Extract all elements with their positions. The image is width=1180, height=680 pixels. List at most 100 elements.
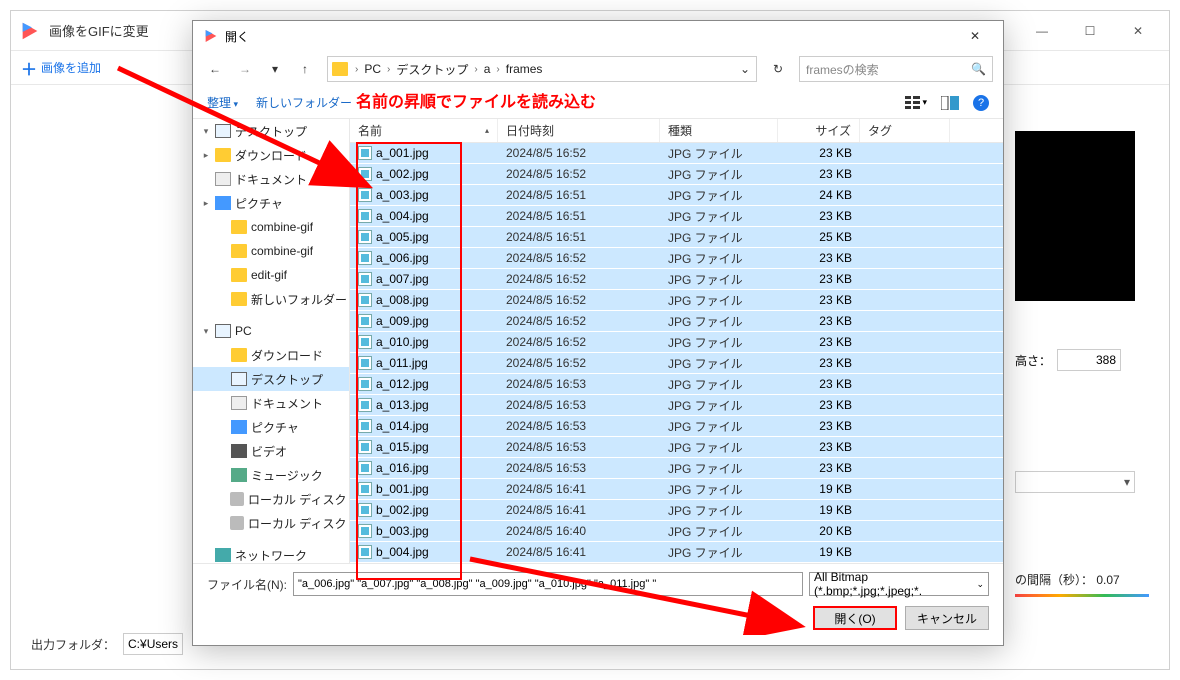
add-image-button[interactable]: ＋ 画像を追加 [21,56,101,80]
file-row[interactable]: a_011.jpg2024/8/5 16:52JPG ファイル23 KB [350,353,1003,374]
folder-icon [215,148,231,162]
tree-label: ピクチャ [235,195,283,212]
refresh-button[interactable]: ↻ [767,58,789,80]
file-name: a_011.jpg [376,356,428,370]
plus-icon: ＋ [21,56,37,80]
tree-item[interactable]: combine-gif [193,215,349,239]
file-row[interactable]: b_004.jpg2024/8/5 16:41JPG ファイル19 KB [350,542,1003,563]
tree-item[interactable]: デスクトップ [193,367,349,391]
open-button[interactable]: 開く(O) [813,606,897,630]
close-button[interactable]: ✕ [1115,16,1161,46]
tree-label: ローカル ディスク (D [248,515,349,532]
file-name: a_009.jpg [376,314,429,328]
addr-dropdown-icon[interactable]: ⌄ [738,57,752,81]
tree-item[interactable]: ▾PC [193,319,349,343]
back-button[interactable]: ← [203,57,227,81]
file-row[interactable]: a_016.jpg2024/8/5 16:53JPG ファイル23 KB [350,458,1003,479]
filetype-filter[interactable]: All Bitmap (*.bmp;*.jpg;*.jpeg;*. ⌄ [809,572,989,596]
tree-item[interactable]: ローカル ディスク (D [193,511,349,535]
file-type: JPG ファイル [660,460,778,477]
dropdown[interactable]: ▾ [1015,471,1135,493]
file-row[interactable]: a_008.jpg2024/8/5 16:52JPG ファイル23 KB [350,290,1003,311]
file-row[interactable]: a_014.jpg2024/8/5 16:53JPG ファイル23 KB [350,416,1003,437]
view-mode-button[interactable]: ▾ [905,94,927,112]
file-size: 23 KB [778,461,860,475]
expand-icon: ▾ [201,126,211,137]
crumb-pc[interactable]: PC [361,62,384,76]
file-row[interactable]: a_012.jpg2024/8/5 16:53JPG ファイル23 KB [350,374,1003,395]
tree-item[interactable]: ▸ダウンロード [193,143,349,167]
file-name: a_001.jpg [376,146,429,160]
tree-item[interactable]: 新しいフォルダー [193,287,349,311]
file-date: 2024/8/5 16:52 [498,272,660,286]
tree-item[interactable]: ドキュメント [193,167,349,191]
file-row[interactable]: b_003.jpg2024/8/5 16:40JPG ファイル20 KB [350,521,1003,542]
cancel-button[interactable]: キャンセル [905,606,989,630]
interval-row: の間隔（秒）： 0.07 [1015,571,1155,588]
maximize-button[interactable]: ☐ [1067,16,1113,46]
output-path-input[interactable] [123,633,183,655]
tree-item[interactable]: ▸ピクチャ [193,191,349,215]
file-row[interactable]: a_001.jpg2024/8/5 16:52JPG ファイル23 KB [350,143,1003,164]
crumb-sep-icon: › [354,64,359,75]
file-row[interactable]: a_010.jpg2024/8/5 16:52JPG ファイル23 KB [350,332,1003,353]
minimize-button[interactable]: — [1019,16,1065,46]
file-row[interactable]: a_007.jpg2024/8/5 16:52JPG ファイル23 KB [350,269,1003,290]
mon-icon [215,324,231,338]
tree-item[interactable]: ローカル ディスク (C [193,487,349,511]
file-row[interactable]: a_004.jpg2024/8/5 16:51JPG ファイル23 KB [350,206,1003,227]
recent-button[interactable]: ▾ [263,57,287,81]
col-tag[interactable]: タグ [860,119,950,142]
dialog-close-button[interactable]: ✕ [957,24,993,48]
col-name[interactable]: 名前▴ [350,119,498,142]
organize-menu[interactable]: 整理 [207,94,238,111]
file-row[interactable]: a_013.jpg2024/8/5 16:53JPG ファイル23 KB [350,395,1003,416]
newfolder-button[interactable]: 新しいフォルダー [256,94,352,111]
file-row[interactable]: a_006.jpg2024/8/5 16:52JPG ファイル23 KB [350,248,1003,269]
height-input[interactable] [1057,349,1121,371]
file-type: JPG ファイル [660,187,778,204]
file-row[interactable]: b_001.jpg2024/8/5 16:41JPG ファイル19 KB [350,479,1003,500]
tree-item[interactable]: ダウンロード [193,343,349,367]
tree-item[interactable]: ビデオ [193,439,349,463]
tree-item[interactable]: ミュージック [193,463,349,487]
file-type: JPG ファイル [660,145,778,162]
file-row[interactable]: a_009.jpg2024/8/5 16:52JPG ファイル23 KB [350,311,1003,332]
file-rows[interactable]: a_001.jpg2024/8/5 16:52JPG ファイル23 KBa_00… [350,143,1003,563]
col-type[interactable]: 種類 [660,119,778,142]
file-name: a_003.jpg [376,188,429,202]
file-row[interactable]: a_003.jpg2024/8/5 16:51JPG ファイル24 KB [350,185,1003,206]
tree-item[interactable]: ドキュメント [193,391,349,415]
filename-input[interactable] [293,572,803,596]
tree-item[interactable]: ネットワーク [193,543,349,563]
file-type: JPG ファイル [660,334,778,351]
folder-icon [231,292,247,306]
tree-item[interactable]: edit-gif [193,263,349,287]
expand-icon: ▸ [201,150,211,161]
crumb-frames[interactable]: frames [503,62,546,76]
search-box[interactable]: framesの検索 🔍 [799,56,993,82]
disk-icon [230,492,244,506]
folder-tree[interactable]: ▾デスクトップ▸ダウンロードドキュメント▸ピクチャcombine-gifcomb… [193,119,350,563]
tree-item[interactable]: ▾デスクトップ [193,119,349,143]
file-row[interactable]: a_002.jpg2024/8/5 16:52JPG ファイル23 KB [350,164,1003,185]
crumb-a[interactable]: a [481,62,494,76]
col-date[interactable]: 日付時刻 [498,119,660,142]
col-size[interactable]: サイズ [778,119,860,142]
crumb-desktop[interactable]: デスクトップ [393,61,471,78]
forward-button[interactable]: → [233,57,257,81]
file-row[interactable]: b_002.jpg2024/8/5 16:41JPG ファイル19 KB [350,500,1003,521]
file-date: 2024/8/5 16:53 [498,440,660,454]
file-name: a_005.jpg [376,230,429,244]
file-row[interactable]: a_015.jpg2024/8/5 16:53JPG ファイル23 KB [350,437,1003,458]
preview-pane-button[interactable] [939,94,961,112]
dialog-titlebar: 開く ✕ [193,21,1003,51]
address-bar[interactable]: › PC › デスクトップ › a › frames ⌄ [327,56,757,82]
annotation-text: 名前の昇順でファイルを読み込む [356,88,596,112]
tree-item[interactable]: combine-gif [193,239,349,263]
up-button[interactable]: ↑ [293,57,317,81]
height-label: 高さ： [1015,352,1051,369]
file-row[interactable]: a_005.jpg2024/8/5 16:51JPG ファイル25 KB [350,227,1003,248]
help-icon[interactable]: ? [973,95,989,111]
tree-item[interactable]: ピクチャ [193,415,349,439]
